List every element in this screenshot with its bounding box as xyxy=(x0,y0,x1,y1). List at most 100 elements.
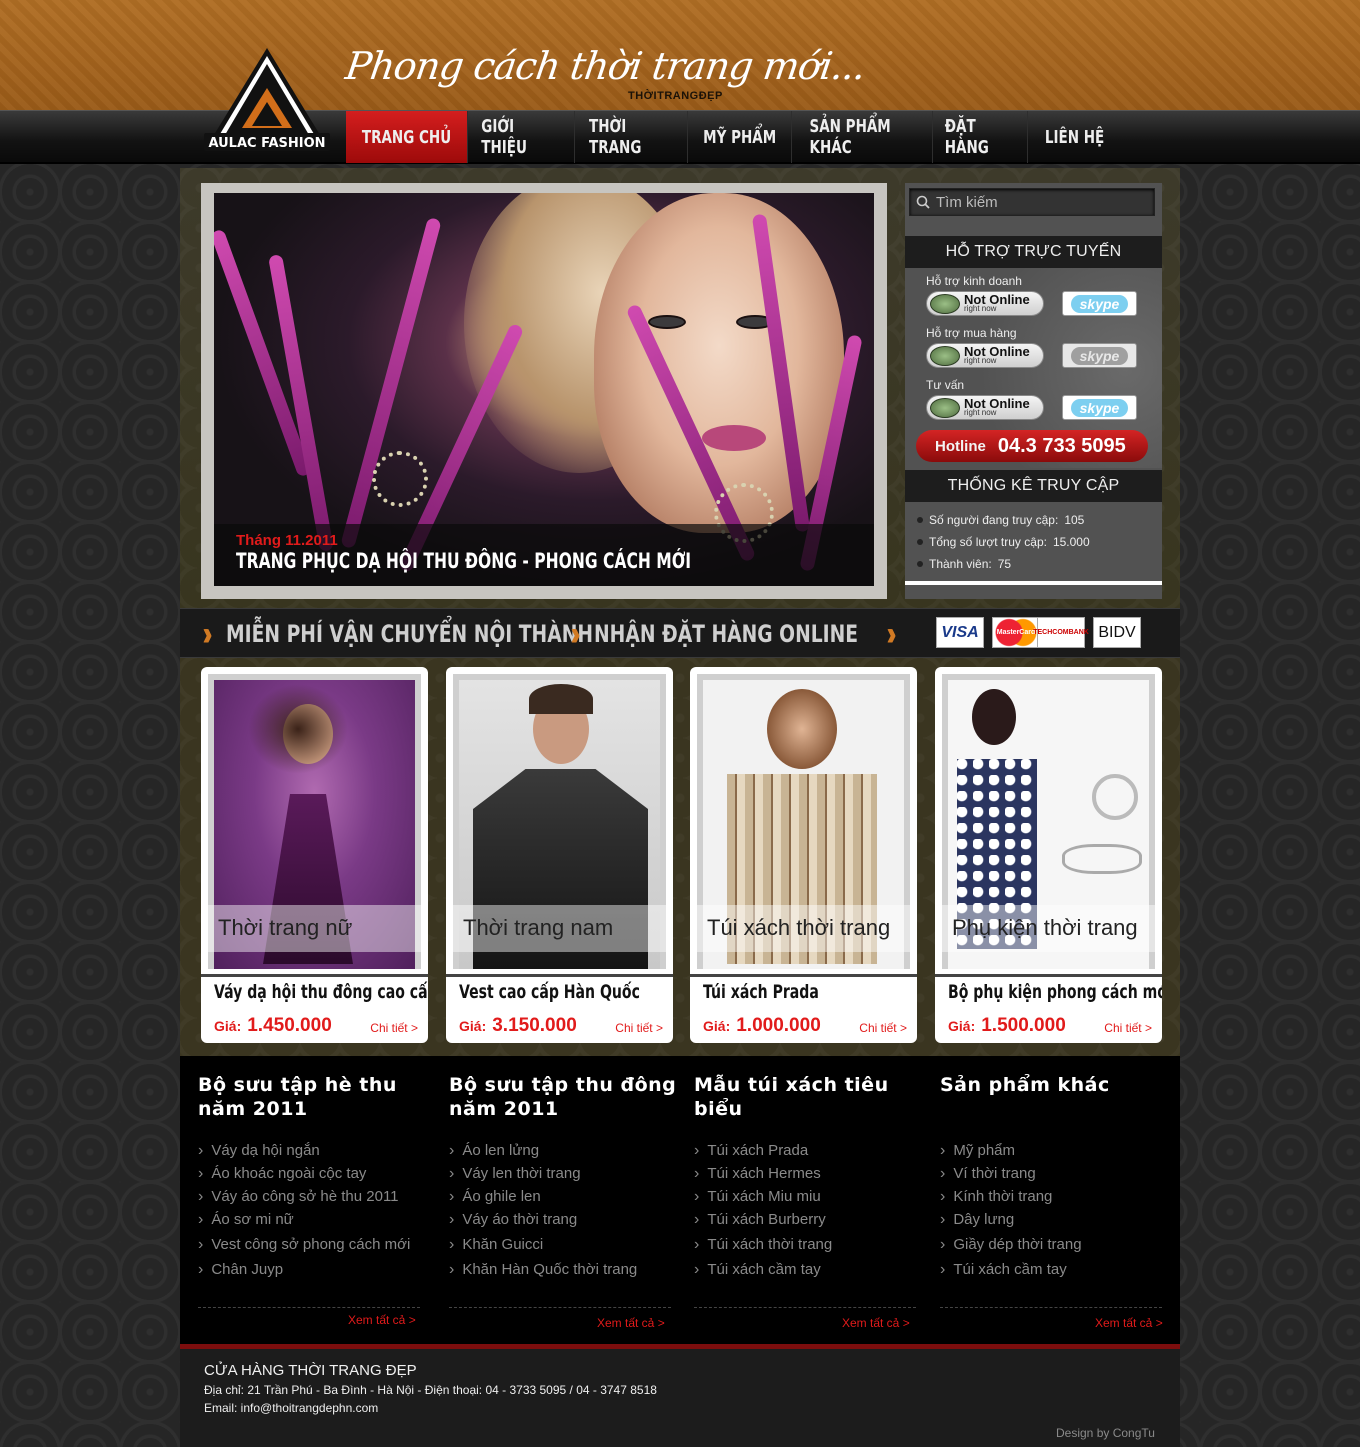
link-column: Bộ sưu tập thu đông năm 2011 Áo len lửng… xyxy=(449,1073,679,1281)
skype-icon: skype xyxy=(1070,398,1129,417)
visa-logo: VISA xyxy=(936,617,984,648)
category-link[interactable]: Khăn Hàn Quốc thời trang xyxy=(449,1258,679,1281)
nav-other-products[interactable]: SẢN PHẨM KHÁC xyxy=(792,111,933,163)
view-all-link[interactable]: Xem tất cả > xyxy=(597,1316,665,1330)
category-link[interactable]: Mỹ phẩm xyxy=(940,1139,1170,1162)
sidebar-divider xyxy=(905,581,1162,585)
site-slogan: Phong cách thời trang mới... xyxy=(342,44,868,88)
product-category: Thời trang nữ xyxy=(208,905,421,952)
yahoo-messenger-icon xyxy=(930,345,960,366)
chevron-right-icon: ››› xyxy=(202,614,213,653)
divider xyxy=(198,1307,420,1308)
category-link[interactable]: Túi xách Burberry xyxy=(694,1208,924,1231)
view-all-link[interactable]: Xem tất cả > xyxy=(1095,1316,1163,1330)
category-link[interactable]: Áo khoác ngoài cộc tay xyxy=(198,1162,428,1185)
product-detail-link[interactable]: Chi tiết > xyxy=(370,1021,418,1035)
divider xyxy=(940,1307,1162,1308)
yahoo-status-button[interactable]: Not Online right now xyxy=(926,395,1044,420)
product-name[interactable]: Vest cao cấp Hàn Quốc xyxy=(459,981,640,1003)
product-name[interactable]: Váy dạ hội thu đông cao cấp xyxy=(214,981,428,1003)
chevron-right-icon: ››› xyxy=(570,614,581,653)
product-price: Giá: 1.450.000 xyxy=(214,1015,332,1036)
category-link[interactable]: Váy dạ hội ngắn xyxy=(198,1139,428,1162)
category-link[interactable]: Dây lưng xyxy=(940,1208,1170,1231)
support-label: Hỗ trợ kinh doanh xyxy=(926,274,1022,288)
bidv-logo: BIDV xyxy=(1093,617,1141,648)
skype-button[interactable]: skype xyxy=(1062,291,1137,316)
nav-cosmetics[interactable]: MỸ PHẨM xyxy=(688,111,792,163)
product-price: Giá: 1.000.000 xyxy=(703,1015,821,1036)
product-detail-link[interactable]: Chi tiết > xyxy=(615,1021,663,1035)
chevron-right-icon: ››› xyxy=(886,614,897,653)
product-name[interactable]: Bộ phụ kiện phong cách mới xyxy=(948,981,1162,1003)
support-label: Tư vấn xyxy=(926,378,965,392)
yahoo-status-button[interactable]: Not Online right now xyxy=(926,343,1044,368)
slider-caption[interactable]: Tháng 11.2011 TRANG PHỤC DẠ HỘI THU ĐÔNG… xyxy=(214,524,874,586)
nav-home[interactable]: TRANG CHỦ xyxy=(346,111,468,163)
product-price: Giá: 3.150.000 xyxy=(459,1015,577,1036)
product-category: Túi xách thời trang xyxy=(697,905,910,952)
category-link[interactable]: Ví thời trang xyxy=(940,1162,1170,1185)
product-detail-link[interactable]: Chi tiết > xyxy=(859,1021,907,1035)
category-link[interactable]: Túi xách cầm tay xyxy=(694,1258,924,1281)
product-card[interactable]: Phụ kiện thời trang Bộ phụ kiện phong cá… xyxy=(935,667,1162,1043)
accessory-flower xyxy=(1092,774,1138,820)
nav-about[interactable]: GIỚI THIỆU xyxy=(468,111,575,163)
category-link[interactable]: Váy áo thời trang xyxy=(449,1208,679,1231)
hotline-button[interactable]: Hotline 04.3 733 5095 xyxy=(916,430,1148,462)
link-column: Mẫu túi xách tiêu biểu Túi xách Prada Tú… xyxy=(694,1073,924,1281)
link-column-title: Bộ sưu tập hè thu năm 2011 xyxy=(198,1074,397,1120)
category-link[interactable]: Kính thời trang xyxy=(940,1185,1170,1208)
category-link[interactable]: Túi xách thời trang xyxy=(694,1233,924,1256)
yahoo-status-button[interactable]: Not Online right now xyxy=(926,291,1044,316)
category-link[interactable]: Túi xách Prada xyxy=(694,1139,924,1162)
search-input[interactable]: Tìm kiếm xyxy=(909,188,1155,216)
divider xyxy=(694,1307,916,1308)
category-link[interactable]: Chân Juyp xyxy=(198,1258,428,1281)
yahoo-messenger-icon xyxy=(930,397,960,418)
nav-order[interactable]: ĐẶT HÀNG xyxy=(933,111,1028,163)
techcombank-logo: TECHCOMBANK xyxy=(1033,617,1089,648)
footer-store-name: CỬA HÀNG THỜI TRANG ĐẸP xyxy=(204,1362,417,1379)
category-link[interactable]: Váy len thời trang xyxy=(449,1162,679,1185)
footer-email[interactable]: Email: info@thoitrangdephn.com xyxy=(204,1401,378,1415)
product-detail-link[interactable]: Chi tiết > xyxy=(1104,1021,1152,1035)
category-link[interactable]: Vest công sở phong cách mới xyxy=(198,1233,428,1256)
nav-fashion[interactable]: THỜI TRANG xyxy=(575,111,688,163)
product-card[interactable]: Thời trang nam Vest cao cấp Hàn Quốc Giá… xyxy=(446,667,673,1043)
hotline-number: 04.3 733 5095 xyxy=(997,434,1126,457)
skype-icon: skype xyxy=(1070,294,1129,313)
view-all-link[interactable]: Xem tất cả > xyxy=(348,1313,416,1327)
product-card[interactable]: Thời trang nữ Váy dạ hội thu đông cao cấ… xyxy=(201,667,428,1043)
hotline-label: Hotline xyxy=(935,437,986,455)
category-link[interactable]: Áo sơ mi nữ xyxy=(198,1208,428,1231)
footer-credit[interactable]: Design by CongTu xyxy=(1056,1426,1155,1440)
category-link[interactable]: Túi xách Hermes xyxy=(694,1162,924,1185)
aulac-fashion-logo[interactable]: AULAC FASHION xyxy=(200,44,334,156)
ornament-ball xyxy=(372,451,428,507)
skype-button[interactable]: skype xyxy=(1062,343,1137,368)
link-column-title: Sản phẩm khác xyxy=(940,1074,1110,1096)
product-category: Thời trang nam xyxy=(453,905,666,952)
category-link[interactable]: Khăn Guicci xyxy=(449,1233,679,1256)
online-order-banner: ››› NHẬN ĐẶT HÀNG ONLINE xyxy=(570,614,859,653)
product-name[interactable]: Túi xách Prada xyxy=(703,981,819,1003)
sidebar: Tìm kiếm HỖ TRỢ TRỰC TUYẾN Hỗ trợ kinh d… xyxy=(905,183,1162,599)
slider-title: TRANG PHỤC DẠ HỘI THU ĐÔNG - PHONG CÁCH … xyxy=(236,549,692,573)
category-link[interactable]: Váy áo công sở hè thu 2011 xyxy=(198,1185,428,1208)
stats-title: THỐNG KÊ TRUY CẬP xyxy=(905,470,1162,502)
category-link[interactable]: Áo len lửng xyxy=(449,1139,679,1162)
category-link[interactable]: Áo ghile len xyxy=(449,1185,679,1208)
category-link[interactable]: Túi xách cầm tay xyxy=(940,1258,1170,1281)
product-category: Phụ kiện thời trang xyxy=(942,905,1155,952)
featured-slider[interactable]: Tháng 11.2011 TRANG PHỤC DẠ HỘI THU ĐÔNG… xyxy=(201,183,887,599)
accessory-sunglasses xyxy=(1062,844,1142,874)
view-all-link[interactable]: Xem tất cả > xyxy=(842,1316,910,1330)
skype-button[interactable]: skype xyxy=(1062,395,1137,420)
nav-contact[interactable]: LIÊN HỆ xyxy=(1028,111,1121,163)
link-column-title: Bộ sưu tập thu đông năm 2011 xyxy=(449,1074,677,1120)
product-price: Giá: 1.500.000 xyxy=(948,1015,1066,1036)
category-link[interactable]: Giầy dép thời trang xyxy=(940,1233,1170,1256)
category-link[interactable]: Túi xách Miu miu xyxy=(694,1185,924,1208)
product-card[interactable]: Túi xách thời trang Túi xách Prada Giá: 1… xyxy=(690,667,917,1043)
